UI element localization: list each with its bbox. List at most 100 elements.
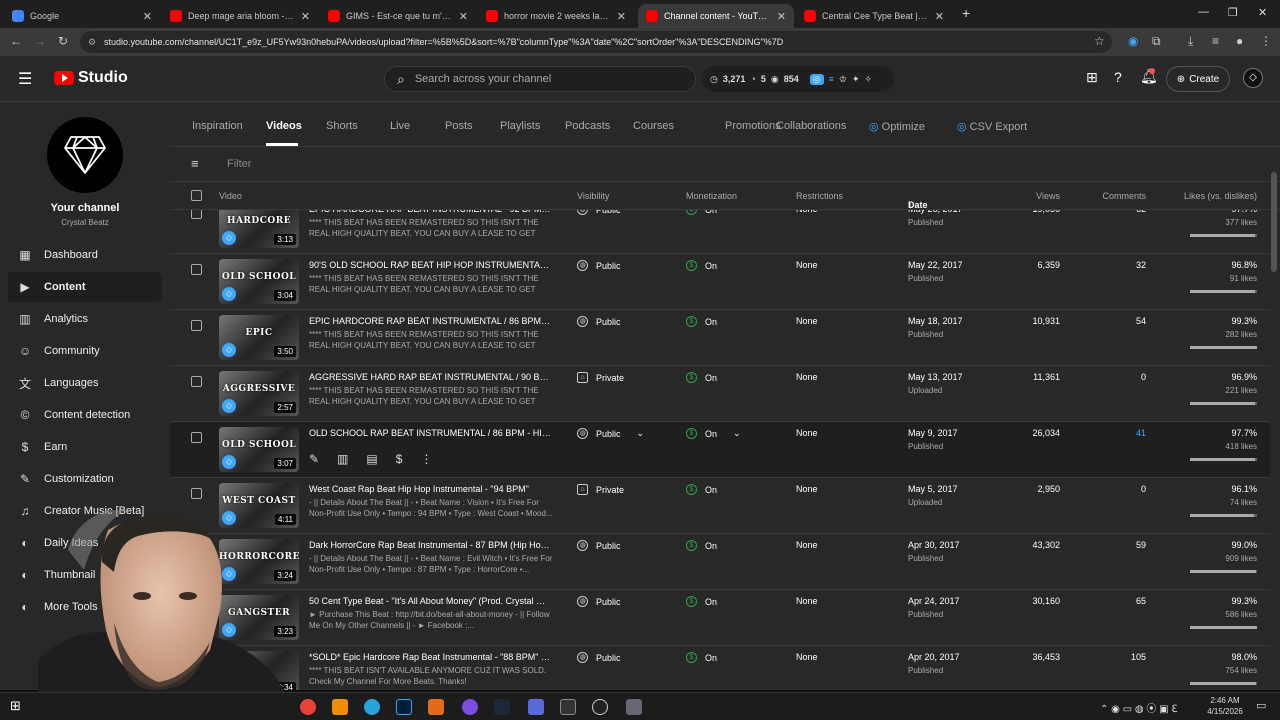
video-title[interactable]: 90'S OLD SCHOOL RAP BEAT HIP HOP INSTRUM… <box>309 260 551 270</box>
app-taskbar-icon[interactable] <box>462 699 478 715</box>
telegram-taskbar-icon[interactable] <box>364 699 380 715</box>
extensions-puzzle-icon[interactable]: ⧉ <box>1152 34 1161 49</box>
windows-start-icon[interactable]: ⊞ <box>10 698 21 714</box>
monetization-cell[interactable]: $ On <box>686 540 717 551</box>
sidebar-item-earn[interactable]: $ Earn <box>8 432 162 462</box>
close-tab-icon[interactable]: ✕ <box>935 10 944 23</box>
chrome-taskbar-icon[interactable] <box>300 699 316 715</box>
table-row[interactable]: WEST COAST 4:11 ◇ West Coast Rap Beat Hip H… <box>170 478 1270 534</box>
close-tab-icon[interactable]: ✕ <box>777 10 786 23</box>
browser-tab-5[interactable]: Channel content - YouTube Studio ✕ <box>638 4 794 28</box>
comments-cell[interactable]: 41 <box>1070 428 1146 438</box>
sidebar-item-community[interactable]: ☺ Community <box>8 336 162 366</box>
tab-inspiration[interactable]: Inspiration <box>192 120 243 132</box>
create-button[interactable]: ⊕ Create <box>1166 66 1230 92</box>
extension-icon[interactable]: ◉ <box>1128 34 1138 48</box>
tab-posts[interactable]: Posts <box>445 120 473 132</box>
chevron-down-icon[interactable]: ⌄ <box>733 428 741 439</box>
video-thumbnail[interactable]: OLD SCHOOL 3:07 ◇ <box>219 427 299 472</box>
tab-csv-export[interactable]: ◎ CSV Export <box>957 120 1027 133</box>
channel-search-input[interactable]: ⌕ Search across your channel <box>384 66 696 92</box>
video-thumbnail[interactable]: HARDCORE 3:13 ◇ <box>219 210 299 248</box>
download-icon[interactable]: ⤓ <box>1188 34 1193 49</box>
forward-icon[interactable]: → <box>34 34 46 48</box>
details-pencil-icon[interactable]: ✎ <box>309 452 319 466</box>
video-title[interactable]: OLD SCHOOL RAP BEAT INSTRUMENTAL / 86 BP… <box>309 428 551 438</box>
close-tab-icon[interactable]: ✕ <box>301 10 310 23</box>
hamburger-menu-icon[interactable]: ☰ <box>18 69 32 89</box>
minimize-icon[interactable]: — <box>1198 6 1209 18</box>
monetization-cell[interactable]: $ On <box>686 652 717 663</box>
trophy-icon[interactable]: ♔ <box>839 74 847 85</box>
video-title[interactable]: AGGRESSIVE HARD RAP BEAT INSTRUMENTAL / … <box>309 372 551 382</box>
filter-icon[interactable]: ≡ <box>191 156 199 171</box>
table-row[interactable]: 3:34◇*SOLD* Epic Hardcore Rap Beat Instr… <box>170 646 1270 690</box>
tab-courses[interactable]: Courses <box>633 120 674 132</box>
reload-icon[interactable]: ↻ <box>58 34 68 48</box>
vidiq-icon[interactable]: ◎ <box>809 73 824 85</box>
row-checkbox[interactable] <box>191 488 202 499</box>
feedback-icon[interactable]: ⊞ <box>1086 69 1098 86</box>
visibility-cell[interactable]: ◍ Public <box>577 540 621 551</box>
video-thumbnail[interactable]: OLD SCHOOL 3:04 ◇ <box>219 259 299 304</box>
sidebar-item-content[interactable]: ▶ Content <box>8 272 162 302</box>
chevron-down-icon[interactable]: ⌄ <box>637 428 645 439</box>
browser-menu-icon[interactable]: ⋮ <box>1260 34 1272 48</box>
sparkle-icon[interactable]: ✧ <box>864 74 872 85</box>
col-likes[interactable]: Likes (vs. dislikes) <box>1160 191 1257 201</box>
monetization-cell[interactable]: $ On <box>686 372 717 383</box>
tab-live[interactable]: Live <box>390 120 410 132</box>
restore-icon[interactable]: ❐ <box>1228 6 1238 19</box>
col-comments[interactable]: Comments <box>1070 191 1146 201</box>
table-row[interactable]: HORRORCORE 3:24 ◇ Dark HorrorCore Rap Beat … <box>170 534 1270 590</box>
media-icon[interactable]: ≡ <box>1212 34 1219 48</box>
options-icon[interactable]: ⋮ <box>420 452 432 466</box>
sidebar-item-content-detection[interactable]: © Content detection <box>8 400 162 430</box>
capcut-taskbar-icon[interactable] <box>560 699 576 715</box>
row-checkbox[interactable] <box>191 432 202 443</box>
back-icon[interactable]: ← <box>10 34 22 48</box>
photoshop-taskbar-icon[interactable] <box>396 699 412 715</box>
video-title[interactable]: EPIC HARDCORE RAP BEAT INSTRUMENTAL / 86… <box>309 316 551 326</box>
tab-podcasts[interactable]: Podcasts <box>565 120 610 132</box>
table-row[interactable]: HARDCORE 3:13 ◇ EPIC HARDCORE RAP BEAT INST… <box>170 210 1270 254</box>
table-row[interactable]: AGGRESSIVE 2:57 ◇ AGGRESSIVE HARD RAP BEAT … <box>170 366 1270 422</box>
sidebar-item-analytics[interactable]: ▥ Analytics <box>8 304 162 334</box>
visibility-cell[interactable]: ⌂ Private <box>577 372 624 383</box>
scrollbar[interactable] <box>1271 172 1277 272</box>
bookmark-star-icon[interactable]: ☆ <box>1094 34 1105 48</box>
help-icon[interactable]: ? <box>1114 69 1122 85</box>
visibility-cell[interactable]: ◍ Public <box>577 596 621 607</box>
lightbulb-icon[interactable]: ✦ <box>852 74 860 85</box>
browser-tab-2[interactable]: Deep mage aria bloom - YouTube ✕ <box>162 4 318 28</box>
visibility-cell[interactable]: ◍ Public ⌄ <box>577 428 644 439</box>
explorer-taskbar-icon[interactable] <box>626 699 642 715</box>
new-tab-icon[interactable]: + <box>962 5 970 21</box>
profile-icon[interactable]: ● <box>1236 34 1243 48</box>
col-restrictions[interactable]: Restrictions <box>796 191 843 201</box>
tab-shorts[interactable]: Shorts <box>326 120 358 132</box>
monetization-cell[interactable]: $ On <box>686 316 717 327</box>
tab-videos[interactable]: Videos <box>266 120 302 132</box>
table-row[interactable]: OLD SCHOOL 3:07 ◇ OLD SCHOOL RAP BEAT INSTR… <box>170 422 1270 478</box>
col-views[interactable]: Views <box>970 191 1060 201</box>
notification-center-icon[interactable]: ▭ <box>1256 699 1266 712</box>
sidebar-item-dashboard[interactable]: ▦ Dashboard <box>8 240 162 270</box>
col-visibility[interactable]: Visibility <box>577 191 609 201</box>
analytics-icon[interactable]: ▥ <box>337 452 348 466</box>
browser-tab-4[interactable]: horror movie 2 weeks later the ✕ <box>478 4 634 28</box>
row-checkbox[interactable] <box>191 376 202 387</box>
monetization-cell[interactable]: $ On ⌄ <box>686 428 741 439</box>
close-tab-icon[interactable]: ✕ <box>143 10 152 23</box>
url-field[interactable]: ⚙ studio.youtube.com/channel/UC1T_e9z_UF… <box>80 31 1112 53</box>
app2-taskbar-icon[interactable] <box>528 699 544 715</box>
close-tab-icon[interactable]: ✕ <box>617 10 626 23</box>
video-title[interactable]: 50 Cent Type Beat - "It's All About Mone… <box>309 596 551 606</box>
video-thumbnail[interactable]: EPIC 3:50 ◇ <box>219 315 299 360</box>
vlc-taskbar-icon[interactable] <box>332 699 348 715</box>
row-checkbox[interactable] <box>191 210 202 219</box>
video-title[interactable]: West Coast Rap Beat Hip Hop Instrumental… <box>309 484 551 494</box>
video-title[interactable]: Dark HorrorCore Rap Beat Instrumental - … <box>309 540 551 550</box>
channel-avatar[interactable] <box>47 117 123 193</box>
list-tool-icon[interactable]: ≡ <box>829 74 834 84</box>
